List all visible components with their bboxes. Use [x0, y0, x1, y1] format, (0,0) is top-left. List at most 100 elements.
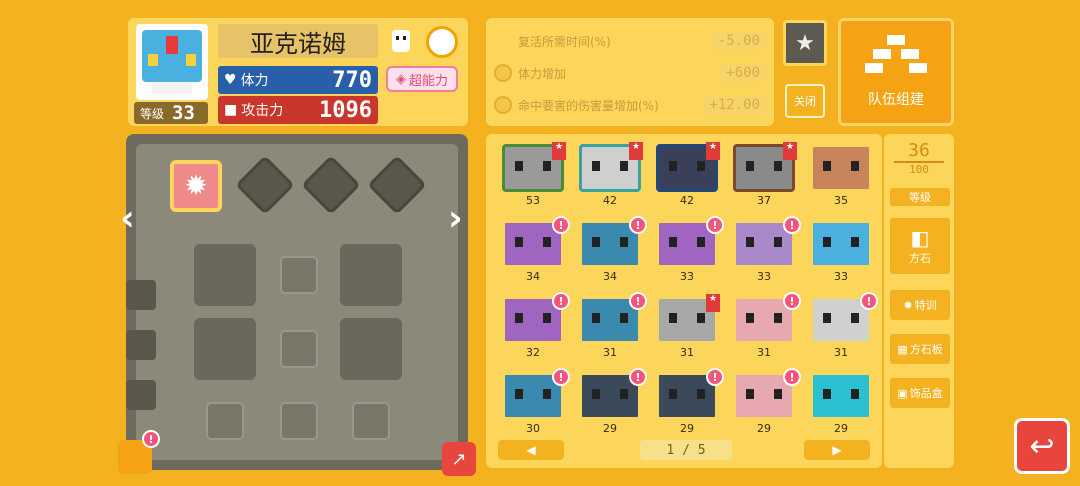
alert-badge: ! [552, 292, 570, 310]
stone-label: 方石 [909, 252, 931, 265]
pokemon-level: 29 [834, 422, 848, 435]
stone-mini-slot-1[interactable] [280, 256, 318, 294]
pokemon-level: 53 [526, 194, 540, 207]
pokemon-level: 29 [757, 422, 771, 435]
prev-pokemon-arrow[interactable]: ‹ [120, 198, 135, 239]
pokemon-slot[interactable]: 31! [575, 292, 647, 360]
page-next-button[interactable]: ▶ [804, 440, 870, 460]
stone-slot-1[interactable] [194, 244, 256, 306]
bonus-label: 复活所需时间(%) [518, 34, 611, 49]
pokemon-level: 31 [680, 346, 694, 359]
alert-badge: ! [706, 216, 724, 234]
pokemon-level: 37 [757, 194, 771, 207]
super-power-button[interactable]: ◈ 超能力 [386, 66, 458, 92]
level-display: 等级 33 [134, 102, 208, 124]
attack-value: 1096 [319, 97, 372, 123]
alert-badge: ! [142, 430, 160, 448]
return-icon[interactable]: ↩ [1014, 418, 1070, 474]
bonus-label: 体力增加 [518, 66, 567, 81]
bonus-label: 命中要害的伤害量增加(%) [518, 98, 659, 113]
level-label: 等级 [140, 106, 165, 121]
team-icon [865, 35, 927, 73]
team-build-label: 队伍组建 [868, 92, 924, 108]
bonus-panel: 复活所需时间(%) -5.00 体力增加 +600 命中要害的伤害量增加(%) … [486, 18, 774, 126]
alert-badge: ! [783, 216, 801, 234]
stone-mini-slot-3[interactable] [206, 402, 244, 440]
pokemon-slot[interactable]: 42 ★ [575, 142, 645, 208]
stone-board-button[interactable]: ▦ 方石板 [888, 332, 952, 366]
alert-badge: ! [706, 368, 724, 386]
alert-badge: ! [629, 292, 647, 310]
pokemon-slot[interactable]: 31 ★ [652, 294, 722, 360]
attack-stat: ■ 攻击力 1096 [218, 96, 378, 124]
board-tab-2[interactable] [126, 330, 156, 360]
board-tab-1[interactable] [126, 280, 156, 310]
pokemon-card: 等级 33 亚克诺姆 ♥ 体力 770 ■ 攻击力 1096 ◈ 超能力 [128, 18, 468, 126]
stone-icon: ◧ [910, 226, 930, 250]
team-build-button[interactable]: 队伍组建 [838, 18, 954, 126]
page-prev-button[interactable]: ◀ [498, 440, 564, 460]
star-ribbon-icon: ★ [706, 142, 720, 160]
pokemon-level: 31 [757, 346, 771, 359]
training-button[interactable]: ✹ 特训 [888, 288, 952, 322]
board-tab-3[interactable] [126, 380, 156, 410]
alert-badge: ! [552, 368, 570, 386]
next-pokemon-arrow[interactable]: › [448, 198, 463, 239]
pokemon-slot[interactable]: 33! [729, 216, 801, 284]
pokemon-level: 34 [526, 270, 540, 283]
close-button[interactable]: 关闭 [785, 84, 825, 118]
sort-level-button[interactable]: 等级 [888, 186, 952, 208]
stone-mini-slot-4[interactable] [280, 402, 318, 440]
star-ribbon-icon: ★ [629, 142, 643, 160]
pokemon-level: 32 [526, 346, 540, 359]
share-icon[interactable]: ↗ [442, 442, 476, 476]
super-power-label: 超能力 [408, 73, 448, 89]
stone-slot-2[interactable] [340, 244, 402, 306]
alert-badge: ! [629, 368, 647, 386]
hp-label: 体力 [240, 73, 269, 89]
stone-slot-3[interactable] [194, 318, 256, 380]
stone-mini-slot-5[interactable] [352, 402, 390, 440]
star-ribbon-icon: ★ [783, 142, 797, 160]
pokemon-slot[interactable]: 42 ★ [652, 142, 722, 208]
pokemon-slot[interactable]: 35 [806, 142, 876, 208]
decor-box-button[interactable]: ▣ 饰品盒 [888, 376, 952, 410]
pokemon-avatar[interactable] [136, 24, 208, 100]
bonus-value: +600 [720, 64, 766, 82]
gear-icon: ✹ [903, 298, 913, 312]
count-max: 100 [909, 163, 929, 176]
pokemon-icon [810, 372, 872, 420]
pokemon-slot[interactable]: 33 [806, 218, 876, 284]
pokemon-slot[interactable]: 34! [498, 216, 570, 284]
pokemon-slot[interactable]: 29! [652, 368, 724, 436]
pokemon-slot[interactable]: 30! [498, 368, 570, 436]
pokemon-slot[interactable]: 37 ★ [729, 142, 799, 208]
favorite-star-icon[interactable]: ★ [783, 20, 827, 66]
heart-icon: ♥ [224, 72, 237, 88]
pokemon-slot[interactable]: 29 [806, 370, 876, 436]
bonus-value: +12.00 [703, 96, 766, 114]
magnify-icon[interactable] [426, 26, 458, 58]
pokemon-slot[interactable]: 32! [498, 292, 570, 360]
pokemon-slot[interactable]: 34! [575, 216, 647, 284]
hp-value: 770 [332, 67, 372, 93]
pokemon-level: 35 [834, 194, 848, 207]
count-current: 36 [894, 140, 944, 163]
pokemon-level: 42 [680, 194, 694, 207]
pokemon-slot[interactable]: 31! [806, 292, 878, 360]
stone-mini-slot-2[interactable] [280, 330, 318, 368]
pokemon-slot[interactable]: 29! [729, 368, 801, 436]
fist-icon: ■ [224, 102, 238, 118]
stone-slot-4[interactable] [340, 318, 402, 380]
pokemon-slot[interactable]: 53 ★ [498, 142, 568, 208]
pokemon-slot[interactable]: 33! [652, 216, 724, 284]
box-icon: ▣ [897, 386, 908, 400]
pokemon-level: 29 [603, 422, 617, 435]
stone-button[interactable]: ◧ 方石 [888, 216, 952, 276]
pokemon-slot[interactable]: 29! [575, 368, 647, 436]
pokemon-slot[interactable]: 31! [729, 292, 801, 360]
level-value: 33 [172, 102, 195, 124]
move-slot-active[interactable]: ✹ [170, 160, 222, 212]
bonus-row: 命中要害的伤害量增加(%) +12.00 [494, 92, 766, 118]
bonus-row: 复活所需时间(%) -5.00 [494, 28, 766, 54]
